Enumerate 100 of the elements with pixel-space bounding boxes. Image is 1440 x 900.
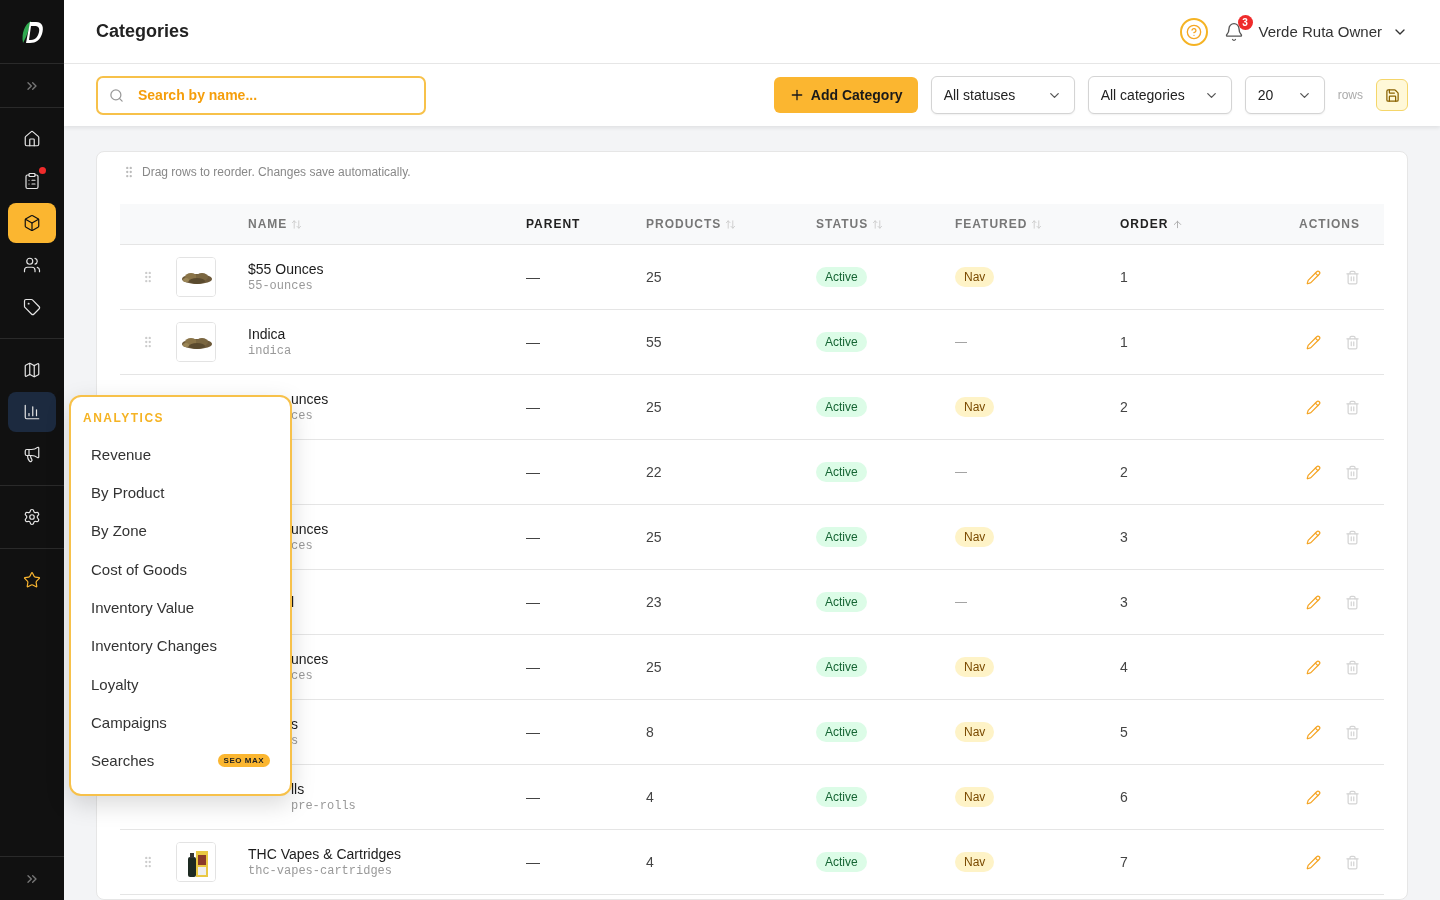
- sort-ascending-icon[interactable]: [1172, 218, 1184, 230]
- delete-button[interactable]: [1345, 594, 1360, 610]
- category-name: unces: [291, 521, 330, 537]
- menu-item[interactable]: Loyalty: [83, 664, 278, 704]
- filter-select[interactable]: All categories: [1087, 76, 1232, 114]
- menu-item[interactable]: Cost of Goods: [83, 550, 278, 589]
- delete-button[interactable]: [1345, 334, 1360, 350]
- menu-item[interactable]: Inventory Changes: [83, 626, 278, 665]
- featured-badge: Nav: [955, 787, 995, 807]
- user-menu[interactable]: Verde Ruta Owner: [1258, 23, 1408, 40]
- order-cell-text: 1: [1120, 334, 1129, 350]
- category-name: THC Vapes & Cartridges: [248, 846, 402, 862]
- order-cell-text: 6: [1120, 789, 1129, 805]
- sidebar-item[interactable]: [8, 203, 56, 243]
- products-count: 4: [646, 854, 655, 870]
- edit-button[interactable]: [1306, 334, 1321, 350]
- users-icon: [23, 256, 41, 274]
- edit-button[interactable]: [1306, 659, 1321, 675]
- menu-item[interactable]: By Product: [83, 473, 278, 512]
- column-header[interactable]: ORDER: [1120, 217, 1169, 231]
- column-header[interactable]: FEATURED: [955, 217, 1028, 231]
- order-cell-text: 2: [1120, 464, 1129, 480]
- products-count: 23: [646, 594, 663, 610]
- status-badge: Active: [816, 592, 867, 612]
- menu-item[interactable]: Campaigns: [83, 703, 278, 742]
- delete-button[interactable]: [1345, 269, 1360, 285]
- featured-badge: Nav: [955, 722, 995, 742]
- save-button[interactable]: [1376, 79, 1408, 111]
- home-icon: [23, 130, 41, 148]
- bar-chart-icon: [23, 403, 41, 421]
- delete-button[interactable]: [1345, 399, 1360, 415]
- edit-button[interactable]: [1306, 594, 1321, 610]
- star-icon: [23, 571, 41, 589]
- filter-select[interactable]: All statuses: [930, 76, 1075, 114]
- edit-button[interactable]: [1306, 464, 1321, 480]
- clipboard-icon: [23, 172, 41, 190]
- search-icon: [109, 87, 124, 103]
- sidebar-item[interactable]: [8, 392, 56, 432]
- column-header[interactable]: ACTIONS: [1299, 217, 1360, 231]
- order-cell-text: 5: [1120, 724, 1129, 740]
- menu-item[interactable]: By Zone: [83, 511, 278, 550]
- parent-cell-text: —: [526, 594, 541, 610]
- hint-text: Drag rows to reorder. Changes save automatically.: [142, 165, 411, 179]
- order-cell-text: 4: [1120, 659, 1129, 675]
- delete-button[interactable]: [1345, 659, 1360, 675]
- parent-cell-text: —: [526, 854, 541, 870]
- featured-badge: Nav: [955, 657, 995, 677]
- delete-button[interactable]: [1345, 854, 1360, 870]
- status-badge: Active: [816, 722, 867, 742]
- edit-button[interactable]: [1306, 399, 1321, 415]
- category-slug: 55-ounces: [248, 279, 314, 293]
- column-header[interactable]: NAME: [248, 217, 288, 231]
- sort-icon[interactable]: [872, 218, 884, 230]
- delete-button[interactable]: [1345, 529, 1360, 545]
- notifications-button[interactable]: 3: [1223, 14, 1253, 42]
- products-count: 4: [646, 789, 655, 805]
- delete-button[interactable]: [1345, 789, 1360, 805]
- delete-button[interactable]: [1345, 464, 1360, 480]
- column-header[interactable]: STATUS: [816, 217, 869, 231]
- edit-button[interactable]: [1306, 854, 1321, 870]
- search-field[interactable]: Search by name...: [96, 75, 426, 115]
- status-badge: Active: [816, 267, 867, 287]
- column-header[interactable]: PRODUCTS: [646, 217, 722, 231]
- menu-item[interactable]: Revenue: [83, 435, 278, 474]
- featured-badge: Nav: [955, 267, 995, 287]
- products-count: 25: [646, 399, 663, 415]
- sort-icon[interactable]: [725, 218, 737, 230]
- edit-button[interactable]: [1306, 269, 1321, 285]
- products-count: 55: [646, 334, 663, 350]
- filter-select[interactable]: 20: [1244, 76, 1325, 114]
- add-category-button[interactable]: Add Category: [773, 77, 918, 113]
- column-header[interactable]: PARENT: [526, 217, 581, 231]
- category-slug: ces: [291, 669, 314, 683]
- page-title: Categories: [96, 21, 191, 42]
- status-badge: Active: [816, 462, 867, 482]
- menu-item[interactable]: Searches SEO MAX: [83, 741, 278, 780]
- status-badge: Active: [816, 332, 867, 352]
- bell-icon: [1223, 21, 1244, 42]
- order-cell-text: 2: [1120, 399, 1129, 415]
- order-cell-text: 7: [1120, 854, 1129, 870]
- help-button[interactable]: [1179, 17, 1208, 46]
- parent-cell-text: —: [526, 269, 541, 285]
- featured-badge: Nav: [955, 527, 995, 547]
- map-icon: [23, 361, 41, 379]
- parent-cell-text: —: [526, 659, 541, 675]
- edit-button[interactable]: [1306, 789, 1321, 805]
- megaphone-icon: [23, 445, 41, 463]
- delete-button[interactable]: [1345, 724, 1360, 740]
- box-icon: [23, 214, 41, 232]
- category-name: unces: [291, 651, 330, 667]
- edit-button[interactable]: [1306, 529, 1321, 545]
- category-name: lls: [291, 781, 306, 797]
- rows-label: rows: [1337, 88, 1363, 102]
- menu-item[interactable]: Inventory Value: [83, 588, 278, 627]
- sort-icon[interactable]: [1031, 218, 1043, 230]
- sort-icon[interactable]: [291, 218, 303, 230]
- category-slug: ces: [291, 409, 314, 423]
- featured-none: —: [955, 595, 967, 609]
- edit-button[interactable]: [1306, 724, 1321, 740]
- featured-badge: Nav: [955, 852, 995, 872]
